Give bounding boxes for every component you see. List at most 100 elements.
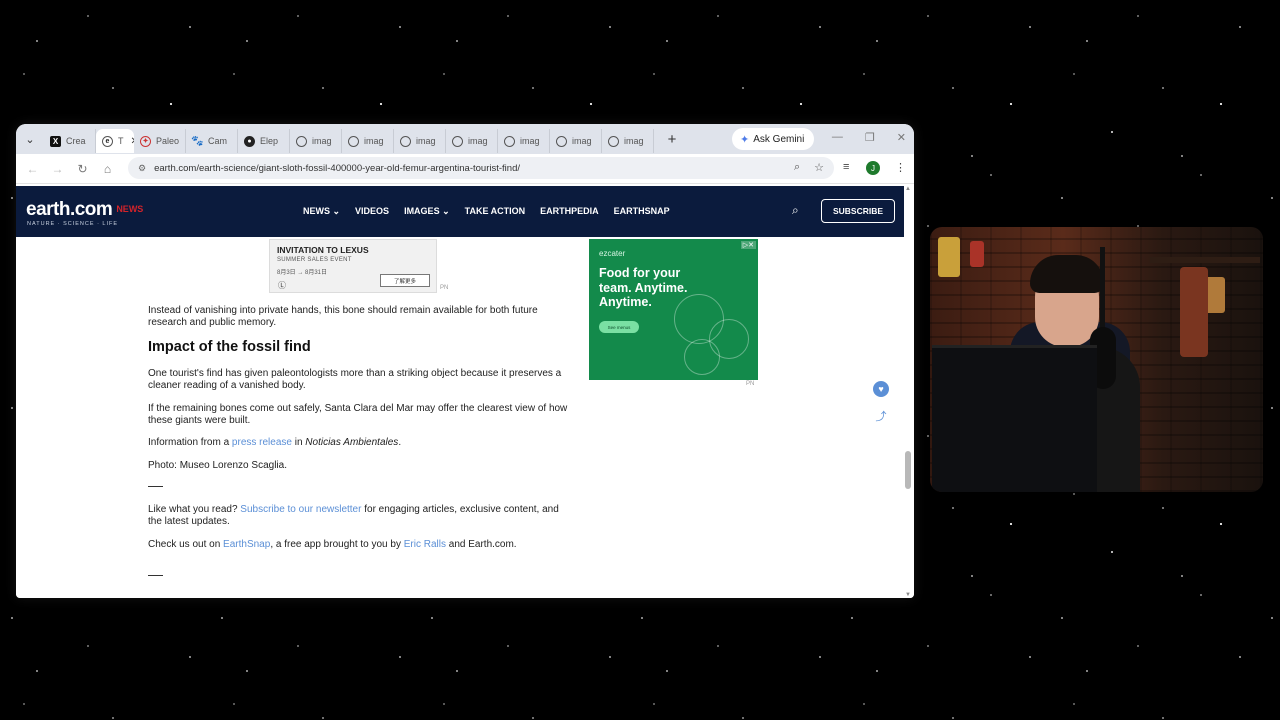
globe-icon — [608, 135, 619, 147]
ezcater-ad[interactable]: ezcater Food for your team. Anytime. Any… — [589, 239, 758, 380]
gemini-sparkle-icon: ✦ — [740, 133, 750, 146]
tab-5[interactable]: ● Elep — [238, 129, 290, 153]
tab-search-chevron-icon[interactable]: ⌄ — [16, 124, 44, 154]
logo-text: earth.com — [26, 199, 113, 220]
url-text: earth.com/earth-science/giant-sloth-foss… — [154, 162, 520, 174]
tab-label: Crea — [66, 136, 86, 146]
tab-4[interactable]: 🐾 Cam — [186, 129, 238, 153]
ad-cta-button[interactable]: See menus — [599, 321, 639, 333]
ad-learn-more-button[interactable]: 了解更多 — [380, 274, 430, 287]
tab-3[interactable]: ✦ Paleo — [134, 129, 186, 153]
tab-6[interactable]: imag — [290, 129, 342, 153]
site-info-icon[interactable]: ⚙ — [138, 163, 146, 174]
earthsnap-paragraph: Check us out on EarthSnap, a free app br… — [148, 539, 568, 551]
tab-8[interactable]: imag — [394, 129, 446, 153]
leaf-icon: ● — [244, 135, 255, 147]
ezcater-logo: ezcater — [599, 249, 626, 258]
press-release-link[interactable]: press release — [232, 437, 292, 448]
ad-subtitle: SUMMER SALES EVENT — [277, 257, 352, 263]
address-bar[interactable]: ⚙ earth.com/earth-science/giant-sloth-fo… — [128, 157, 834, 179]
ad-plate-graphic — [684, 339, 720, 375]
tab-7[interactable]: imag — [342, 129, 394, 153]
scroll-up-icon[interactable]: ▲ — [904, 186, 912, 192]
tab-active[interactable]: e T ✕ — [96, 129, 134, 153]
earthsnap-link[interactable]: EarthSnap — [223, 539, 270, 550]
profile-avatar[interactable]: J — [866, 161, 880, 175]
browser-window: ⌄ X Crea e T ✕ ✦ Paleo 🐾 Cam ● Elep imag — [16, 124, 914, 598]
heart-save-icon[interactable]: ♥ — [873, 381, 889, 397]
new-tab-button[interactable]: + — [660, 131, 684, 148]
shelf-item — [970, 241, 984, 267]
globe-icon — [400, 135, 411, 147]
back-arrow-icon[interactable]: ← — [20, 162, 45, 176]
scroll-down-icon[interactable]: ▼ — [904, 592, 912, 598]
paw-icon: 🐾 — [191, 135, 204, 147]
share-icon[interactable]: ⤴ — [873, 408, 889, 424]
menu-kebab-icon[interactable]: ⋮ — [895, 161, 906, 174]
site-logo[interactable]: earth.com NEWS NATURE · SCIENCE · LIFE — [26, 199, 143, 227]
search-icon[interactable]: ⌕ — [792, 203, 799, 218]
webcam-overlay — [930, 227, 1263, 492]
ad-headline-line: Anytime. — [599, 295, 652, 309]
divider — [148, 486, 163, 487]
article-paragraph: Instead of vanishing into private hands,… — [148, 305, 538, 328]
nav-images[interactable]: IMAGES ⌄ — [404, 206, 450, 217]
shelf — [1150, 257, 1260, 263]
earthsnap-text: , a free app brought to you by — [270, 539, 404, 550]
window-controls: — ❐ ✕ — [832, 131, 906, 144]
tab-10[interactable]: imag — [498, 129, 550, 153]
tab-label: imag — [468, 136, 488, 146]
forward-arrow-icon[interactable]: → — [45, 162, 70, 176]
tab-label: imag — [520, 136, 540, 146]
tab-12[interactable]: imag — [602, 129, 654, 153]
tab-label: imag — [312, 136, 332, 146]
adchoices-icon[interactable]: ▷✕ — [740, 241, 756, 249]
ask-gemini-label: Ask Gemini — [753, 133, 805, 145]
subscribe-newsletter-link[interactable]: Subscribe to our newsletter — [240, 504, 361, 515]
nav-take-action[interactable]: TAKE ACTION — [465, 206, 526, 217]
source-publication: Noticias Ambientales — [305, 437, 399, 448]
ad-pn-label: PN — [440, 285, 449, 291]
monitor — [932, 345, 1097, 492]
nav-videos[interactable]: VIDEOS — [355, 206, 389, 217]
ad-headline: Food for your team. Anytime. Anytime. — [599, 266, 694, 310]
globe-icon — [556, 135, 567, 147]
scroll-thumb[interactable] — [905, 451, 911, 489]
tab-1[interactable]: X Crea — [44, 129, 96, 153]
mic-arm — [1100, 247, 1105, 332]
reload-icon[interactable]: ↻ — [70, 162, 95, 176]
page-content: INVITATION TO LEXUS SUMMER SALES EVENT 8… — [16, 237, 914, 598]
shelf-item — [1205, 277, 1225, 313]
zoom-icon[interactable]: ⌕ — [794, 161, 800, 174]
tab-label: imag — [416, 136, 436, 146]
globe-icon — [452, 135, 463, 147]
tab-9[interactable]: imag — [446, 129, 498, 153]
nav-earthpedia[interactable]: EARTHPEDIA — [540, 206, 599, 217]
tab-label: T — [118, 136, 124, 146]
reading-list-icon[interactable]: ≡ — [843, 161, 849, 173]
close-window-icon[interactable]: ✕ — [897, 131, 906, 144]
source-text: . — [398, 437, 402, 448]
eric-ralls-link[interactable]: Eric Ralls — [404, 539, 446, 550]
ad-headline-line: Food for your — [599, 266, 681, 280]
ask-gemini-button[interactable]: ✦ Ask Gemini — [732, 128, 815, 150]
article-paragraph: One tourist's find has given paleontolog… — [148, 368, 562, 391]
tab-label: Elep — [260, 136, 279, 146]
earthsnap-text: and Earth.com. — [445, 539, 517, 550]
lexus-ad[interactable]: INVITATION TO LEXUS SUMMER SALES EVENT 8… — [269, 239, 437, 293]
main-nav: NEWS ⌄ VIDEOS IMAGES ⌄ TAKE ACTION EARTH… — [303, 206, 670, 217]
newsletter-paragraph: Like what you read? Subscribe to our new… — [148, 504, 568, 528]
nav-earthsnap[interactable]: EARTHSNAP — [614, 206, 670, 217]
streamer-hair — [1030, 255, 1104, 293]
home-icon[interactable]: ⌂ — [95, 162, 120, 176]
tab-11[interactable]: imag — [550, 129, 602, 153]
nav-news[interactable]: NEWS ⌄ — [303, 206, 340, 217]
subscribe-button[interactable]: SUBSCRIBE — [821, 199, 895, 223]
section-heading: Impact of the fossil find — [148, 339, 311, 355]
page-scrollbar[interactable]: ▲ ▼ — [904, 186, 912, 598]
minimize-icon[interactable]: — — [832, 131, 843, 144]
restore-icon[interactable]: ❐ — [865, 131, 875, 144]
tab-strip: ⌄ X Crea e T ✕ ✦ Paleo 🐾 Cam ● Elep imag — [16, 124, 914, 154]
bookmark-star-icon[interactable]: ☆ — [814, 161, 824, 174]
shelf-item — [938, 237, 960, 277]
